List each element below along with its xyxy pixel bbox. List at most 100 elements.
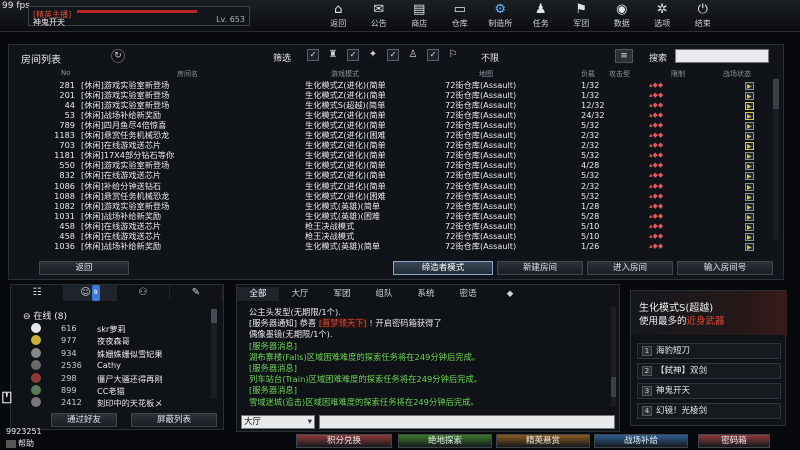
room-list-scrollbar[interactable] (773, 79, 779, 239)
chat-scroll-thumb[interactable] (611, 377, 616, 397)
menu-item-5[interactable]: ♟ 任务 (521, 2, 562, 30)
friend-item[interactable]: 616 skr萝莉 (31, 323, 211, 334)
block-list-button[interactable]: 屏蔽列表 (131, 413, 217, 427)
col-load[interactable]: 负载 (581, 69, 595, 79)
bottom-button[interactable]: 战场补给 (594, 434, 688, 448)
weapon-item[interactable]: 3 神鬼开天 (637, 383, 781, 399)
menu-item-7[interactable]: ◉ 数据 (602, 2, 643, 30)
filter-label: 筛选 (273, 54, 292, 64)
weapon-item[interactable]: 1 海豹短刀 (637, 343, 781, 359)
chat-tab[interactable]: ◆ (489, 287, 531, 301)
add-friend-button[interactable]: 通过好友 (51, 413, 117, 427)
limit-select[interactable]: 不限 (481, 51, 499, 64)
room-status-icon (745, 212, 754, 222)
room-row[interactable]: 832 [休闲]在线游戏送芯片 生化模式Z(进化)(简单 72街仓库(Assault)… (9, 170, 769, 182)
weapon-item[interactable]: 4 幻镜！光棱剑 (637, 403, 781, 419)
menu-item-0[interactable]: ⌂ 返回 (318, 2, 359, 30)
room-row[interactable]: 1082 [休闲]游戏实验室新登场 生化模式(英雄)(简单 72街仓库(Assault… (9, 201, 769, 212)
friends-scroll-thumb[interactable] (211, 309, 217, 323)
filter-checkbox-3[interactable]: ✓ (387, 49, 399, 61)
col-no[interactable]: No (61, 69, 71, 77)
new-room-button[interactable]: 新建房间 (497, 261, 583, 275)
friends-scrollbar[interactable] (211, 309, 217, 399)
tab-friends-group[interactable]: ⚇ (117, 285, 170, 301)
room-status-icon (745, 232, 754, 243)
friend-item[interactable]: 899 CC老猫 (31, 385, 211, 396)
mode-subtitle-text: 使用最多的 (639, 316, 687, 327)
room-row[interactable]: 1036 [休闲]战场补给新奖励 生化模式(英雄)(简单 72街仓库(Assault)… (9, 241, 769, 253)
chat-tab[interactable]: 全部 (237, 287, 279, 301)
player-info[interactable]: [精英主播] 神鬼开天 Lv. 653 (28, 6, 250, 27)
friend-item[interactable]: 2536 Cathy (31, 360, 211, 371)
enter-room-number-button[interactable]: 输入房间号 (677, 261, 773, 275)
bottom-button[interactable]: 绝地探索 (398, 434, 492, 448)
friend-item[interactable]: 977 夜夜森哥 (31, 335, 211, 346)
menu-item-3[interactable]: ▭ 仓库 (440, 2, 481, 30)
menu-item-1[interactable]: ✉ 公告 (359, 2, 400, 30)
friend-item[interactable]: 298 僵尸大骚还得再刚 (31, 372, 211, 384)
chat-tab[interactable]: 军团 (321, 287, 363, 301)
friend-avatar-icon (31, 372, 41, 383)
col-attack[interactable]: 攻击型 (609, 69, 630, 79)
chat-tab[interactable]: 组队 (363, 287, 405, 301)
room-no: 1086 (54, 180, 75, 191)
chat-channel-select[interactable]: 大厅 (241, 415, 315, 429)
col-map[interactable]: 地图 (479, 69, 493, 79)
menu-item-8[interactable]: ✲ 选项 (642, 2, 683, 30)
filter-checkbox-2[interactable]: ✓ (347, 49, 359, 61)
menu-item-9[interactable]: ⏻ 结束 (683, 2, 724, 30)
tab-friends-list[interactable]: ☷ (11, 285, 64, 301)
tab-friends-block[interactable]: ✎ (170, 285, 223, 301)
observer-mode-button[interactable]: 缔造者模式 (393, 261, 493, 275)
col-mode[interactable]: 游戏模式 (331, 69, 359, 79)
col-limit[interactable]: 限制 (671, 69, 685, 79)
chat-tab[interactable]: 系统 (405, 287, 447, 301)
bottom-button[interactable]: 精英悬赏 (496, 434, 590, 448)
refresh-icon[interactable]: ↻ (111, 49, 125, 63)
chat-scrollbar[interactable] (611, 307, 616, 407)
bottom-button[interactable]: 密码箱 (698, 434, 770, 448)
room-row[interactable]: 458 [休闲]在线游戏送芯片 枪王决战模式 72街仓库(Assault) 5/10 ▴◆… (9, 220, 769, 232)
list-view-icon[interactable]: ≡ (615, 49, 633, 63)
room-list-panel: 房间列表 ↻ 筛选 ✓ ♜ ✓ ✦ ✓ ♙ ✓ ⚐ 不限 ≡ 搜索 No 房间名… (8, 44, 784, 280)
room-row[interactable]: 1086 [休闲]补给分钟送钻石 生化模式Z(进化)(简单 72街仓库(Assault… (9, 180, 769, 192)
menu-icon: ⏻ (697, 2, 708, 17)
friend-name: 姝姗姝姗似雪妃果 (97, 348, 163, 359)
friend-item[interactable]: 2412 刻印中的天花板メ (31, 397, 211, 408)
fps-counter: 99 fps (2, 1, 30, 11)
chat-tab[interactable]: 大厅 (279, 287, 321, 301)
col-room-name[interactable]: 房间名 (177, 69, 198, 79)
menu-icon: ▤ (413, 2, 426, 17)
chat-segment[interactable]: [普梦领天下] (318, 318, 367, 329)
back-button[interactable]: 返回 (39, 261, 129, 275)
handshake-icon: ✎ (191, 287, 201, 298)
weapon-name: 海豹短刀 (656, 346, 691, 356)
scroll-thumb[interactable] (773, 79, 779, 109)
search-input[interactable] (675, 49, 769, 63)
bottom-button[interactable]: 积分兑换 (296, 434, 392, 448)
room-status-icon (745, 222, 754, 232)
weapon-item[interactable]: 2 【弑神】双剑 (637, 363, 781, 379)
menu-label: 仓库 (451, 19, 468, 28)
tab-friends-online[interactable]: ☺ 8 (64, 285, 117, 301)
room-row[interactable]: 1088 [休闲]悬赏任务机械恐龙 生化模式Z(进化)(困难 72街仓库(Assaul… (9, 191, 769, 202)
mode-title: 生化模式S(超越) (639, 303, 714, 314)
room-flags: ▴◆◆ (649, 81, 664, 89)
room-row[interactable]: 1031 [休闲]战场补给新奖励 生化模式(英雄)(困难 72街仓库(Assault)… (9, 211, 769, 222)
room-no: 832 (59, 170, 75, 181)
friend-item[interactable]: 934 姝姗姝姗似雪妃果 (31, 347, 211, 359)
menu-item-6[interactable]: ⚑ 军团 (561, 2, 602, 30)
enter-room-button[interactable]: 进入房间 (587, 261, 673, 275)
help-button[interactable]: 帮助 (6, 438, 34, 449)
online-header[interactable]: ⊖ 在线 (8) (23, 309, 67, 322)
room-name: [休闲]在线游戏送芯片 (81, 220, 162, 231)
chat-tab[interactable]: 密语 (447, 287, 489, 301)
menu-icon: ♟ (534, 2, 547, 17)
menu-item-4[interactable]: ⚙ 制造所 (480, 2, 521, 30)
filter-checkbox-4[interactable]: ✓ (427, 49, 439, 61)
chat-input[interactable] (319, 415, 615, 429)
filter-checkbox-1[interactable]: ✓ (307, 49, 319, 61)
col-state[interactable]: 战场状态 (723, 69, 751, 79)
menu-item-2[interactable]: ▤ 商店 (399, 2, 440, 30)
room-map: 72街仓库(Assault) (445, 180, 517, 191)
